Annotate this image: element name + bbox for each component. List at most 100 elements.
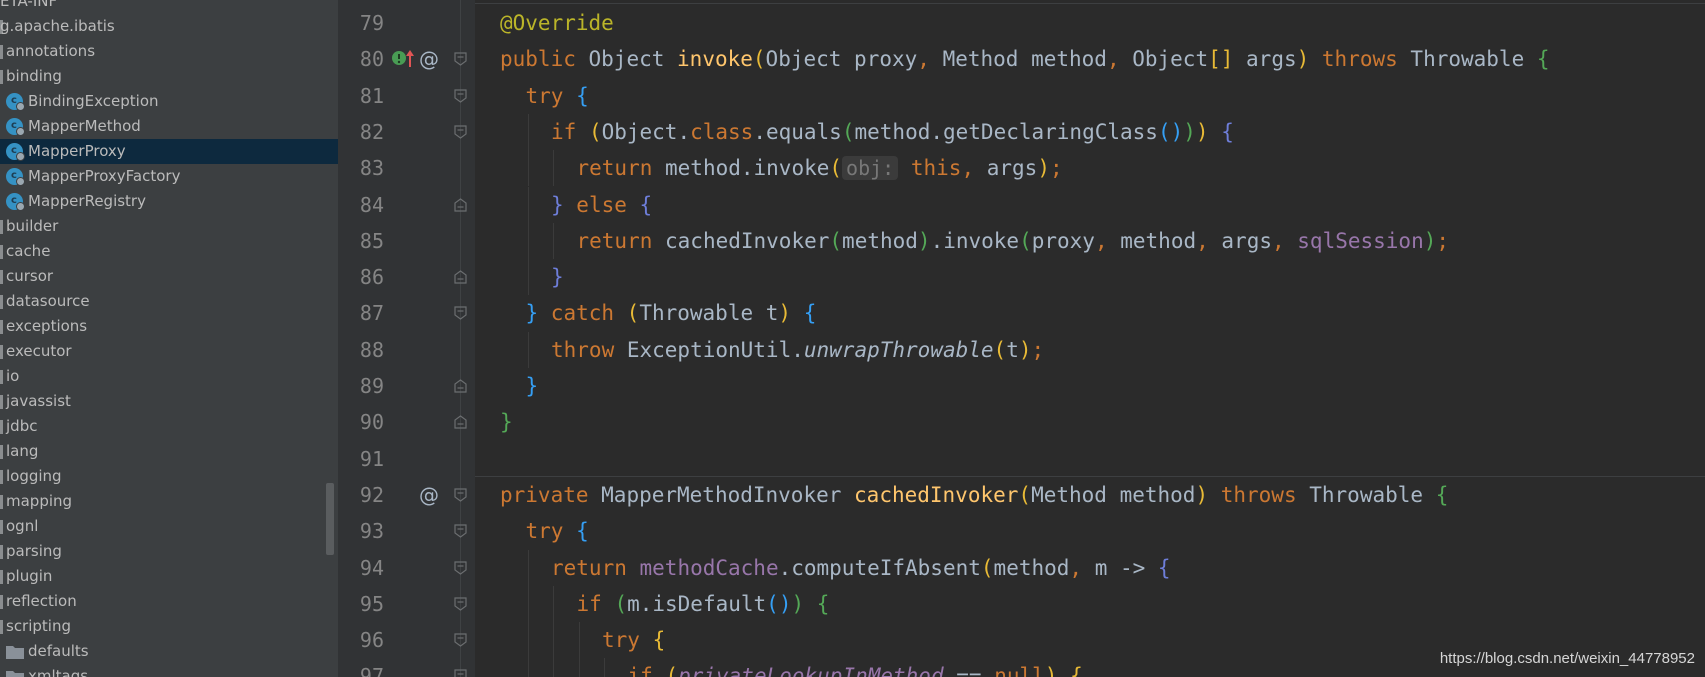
code-token: catch xyxy=(550,301,627,326)
code-line[interactable]: @Override xyxy=(500,5,614,41)
code-token: Object xyxy=(588,47,678,72)
code-line[interactable]: } xyxy=(500,404,513,440)
tree-item-javassist[interactable]: javassist xyxy=(0,389,338,414)
fold-close-icon[interactable] xyxy=(454,270,468,284)
fold-open-icon[interactable] xyxy=(454,560,468,575)
tree-item-logging[interactable]: logging xyxy=(0,464,338,489)
fold-open-icon[interactable] xyxy=(454,306,468,321)
tree-item-mapperproxy[interactable]: c MapperProxy xyxy=(0,139,338,164)
package-marker xyxy=(0,420,3,434)
package-marker xyxy=(0,570,3,584)
line-number: 83 xyxy=(359,156,384,181)
tree-item-mapperregistry[interactable]: c MapperRegistry xyxy=(0,189,338,214)
tree-item-parsing[interactable]: parsing xyxy=(0,539,338,564)
code-line[interactable]: } xyxy=(526,368,539,404)
class-letter: c xyxy=(11,145,17,156)
code-line[interactable]: return cachedInvoker(method).invoke(prox… xyxy=(577,223,1450,259)
tree-item-annotations[interactable]: annotations xyxy=(0,39,338,64)
fold-open-icon[interactable] xyxy=(454,669,468,677)
code-line[interactable]: public Object invoke(Object proxy, Metho… xyxy=(500,41,1550,77)
tree-item-scripting[interactable]: scripting xyxy=(0,614,338,639)
code-token: Object. xyxy=(601,119,691,144)
fold-open-icon[interactable] xyxy=(454,125,468,139)
tree-item-label: ETA-INF xyxy=(0,0,58,10)
tree-item-mapperproxyfactory[interactable]: c MapperProxyFactory xyxy=(0,164,338,189)
code-token: ( xyxy=(626,301,640,326)
code-line[interactable]: if (privateLookupInMethod == null) { xyxy=(628,658,1083,677)
tree-item-mapping[interactable]: mapping xyxy=(0,489,338,514)
code-token: ( xyxy=(1019,228,1032,253)
code-token: this xyxy=(898,156,962,181)
code-token: .invoke xyxy=(930,228,1020,253)
tree-item-datasource[interactable]: datasource xyxy=(0,289,338,314)
annotation-at-icon[interactable]: @ xyxy=(419,47,441,71)
fold-close-icon[interactable] xyxy=(454,415,468,429)
code-token: ) xyxy=(1037,156,1050,181)
code-line[interactable]: if (Object.class.equals(method.getDeclar… xyxy=(551,114,1234,150)
package-marker xyxy=(0,620,3,634)
implements-method-icon[interactable] xyxy=(391,47,415,69)
tree-item-executor[interactable]: executor xyxy=(0,339,338,364)
code-line[interactable]: return methodCache.computeIfAbsent(metho… xyxy=(551,550,1171,586)
code-line[interactable]: return method.invoke(obj: this, args); xyxy=(577,150,1063,186)
tree-item-xmltags[interactable]: xmltags xyxy=(0,664,338,677)
tree-item-ognl[interactable]: ognl xyxy=(0,514,338,539)
tree-item-builder[interactable]: builder xyxy=(0,214,338,239)
code-line[interactable]: try { xyxy=(526,78,589,114)
fold-open-icon[interactable] xyxy=(454,88,468,103)
tree-item-binding[interactable]: binding xyxy=(0,64,338,89)
code-line[interactable]: } else { xyxy=(551,187,652,223)
code-line[interactable]: } xyxy=(551,259,564,295)
tree-item-label: defaults xyxy=(28,642,89,660)
fold-open-icon[interactable] xyxy=(454,524,468,538)
code-token: try xyxy=(602,628,653,653)
tree-item-io[interactable]: io xyxy=(0,364,338,389)
annotation-at-icon[interactable]: @ xyxy=(419,483,441,507)
code-line[interactable]: try { xyxy=(602,622,665,658)
tree-item-g-apache-ibatis[interactable]: g.apache.ibatis xyxy=(0,14,338,39)
code-token: ) xyxy=(1195,119,1209,144)
code-line[interactable]: if (m.isDefault()) { xyxy=(577,586,830,622)
code-line[interactable]: } catch (Throwable t) { xyxy=(526,295,817,331)
indent-guide xyxy=(553,658,554,677)
line-number: 88 xyxy=(359,337,384,362)
tree-item-lang[interactable]: lang xyxy=(0,439,338,464)
fold-open-icon[interactable] xyxy=(454,633,468,647)
code-token: private xyxy=(500,482,602,507)
class-icon: c xyxy=(6,93,25,111)
package-marker xyxy=(0,345,3,359)
tree-item-mappermethod[interactable]: c MapperMethod xyxy=(0,114,338,139)
tree-item-reflection[interactable]: reflection xyxy=(0,589,338,614)
fold-open-icon[interactable] xyxy=(454,597,468,611)
tree-item-plugin[interactable]: plugin xyxy=(0,564,338,589)
tree-item-defaults[interactable]: defaults xyxy=(0,639,338,664)
fold-open-icon[interactable] xyxy=(454,52,468,67)
fold-close-icon[interactable] xyxy=(454,197,468,212)
code-token: , xyxy=(1069,555,1095,580)
code-line[interactable]: private MapperMethodInvoker cachedInvoke… xyxy=(500,477,1448,513)
tree-item-eta-inf[interactable]: ETA-INF xyxy=(0,0,338,14)
code-token: () xyxy=(1157,119,1184,144)
tree-item-label: mapping xyxy=(6,492,73,510)
class-letter: c xyxy=(11,195,17,206)
code-token: { xyxy=(652,628,666,653)
fold-open-icon[interactable] xyxy=(454,488,468,502)
tree-item-label: executor xyxy=(6,342,72,360)
code-token: else xyxy=(576,192,640,217)
code-token: method xyxy=(842,228,918,253)
tree-item-cache[interactable]: cache xyxy=(0,239,338,264)
tree-item-exceptions[interactable]: exceptions xyxy=(0,314,338,339)
tree-item-label: scripting xyxy=(6,617,71,635)
tree-item-cursor[interactable]: cursor xyxy=(0,264,338,289)
package-marker xyxy=(0,220,3,234)
tree-item-bindingexception[interactable]: c BindingException xyxy=(0,89,338,114)
tree-item-label: annotations xyxy=(6,42,96,60)
code-token: return xyxy=(576,228,666,253)
line-number: 95 xyxy=(359,591,384,616)
code-line[interactable]: throw ExceptionUtil.unwrapThrowable(t); xyxy=(551,332,1044,368)
tree-item-jdbc[interactable]: jdbc xyxy=(0,414,338,439)
fold-close-icon[interactable] xyxy=(454,379,468,393)
code-line[interactable]: try { xyxy=(526,513,589,549)
tree-item-label: builder xyxy=(6,217,59,235)
